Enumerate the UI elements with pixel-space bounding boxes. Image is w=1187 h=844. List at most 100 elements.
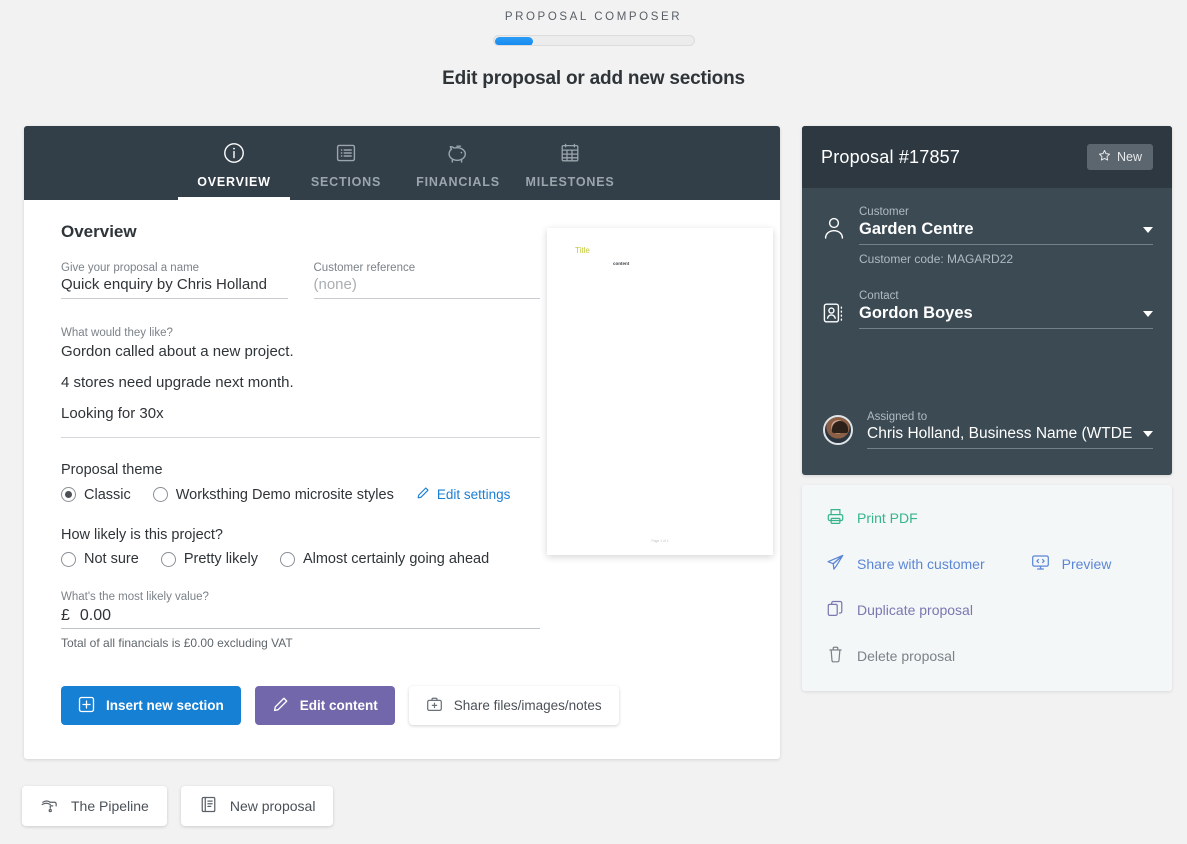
wants-line: 4 stores need upgrade next month. <box>61 373 294 391</box>
contact-value: Gordon Boyes <box>859 304 973 322</box>
delete-proposal-action[interactable]: Delete proposal <box>826 645 955 667</box>
proposal-name-input[interactable]: Quick enquiry by Chris Holland <box>61 276 288 299</box>
likelihood-option-pretty-likely[interactable]: Pretty likely <box>160 551 258 567</box>
financials-total-note: Total of all financials is £0.00 excludi… <box>61 636 293 651</box>
paper-plane-icon <box>826 553 845 575</box>
edit-settings-link[interactable]: Edit settings <box>416 486 510 503</box>
assigned-to-field[interactable]: Assigned to Chris Holland, Business Name… <box>821 411 1153 449</box>
proposal-theme-title: Proposal theme <box>61 462 163 479</box>
proposal-number: Proposal #17857 <box>821 146 961 167</box>
edit-content-button[interactable]: Edit content <box>254 686 395 726</box>
monitor-code-icon <box>1031 553 1050 575</box>
insert-new-section-label: Insert new section <box>106 698 224 714</box>
printer-icon <box>826 507 845 529</box>
calendar-grid-icon <box>559 140 581 166</box>
share-with-customer-action[interactable]: Share with customer <box>826 553 985 575</box>
contact-card-icon <box>821 301 847 329</box>
proposal-theme-group: Proposal theme Classic Worksthing Demo m… <box>61 462 540 503</box>
proposal-editor-card: OVERVIEW SECTIONS FINANCIALS MILESTONES … <box>24 126 780 760</box>
tab-financials[interactable]: FINANCIALS <box>402 136 514 189</box>
tab-overview[interactable]: OVERVIEW <box>178 136 290 200</box>
info-circle-icon <box>223 140 245 166</box>
chevron-down-icon[interactable] <box>1143 310 1153 317</box>
overview-heading: Overview <box>61 222 137 241</box>
chevron-down-icon[interactable] <box>1143 226 1153 233</box>
proposal-name-field[interactable]: Give your proposal a name Quick enquiry … <box>61 262 288 299</box>
print-pdf-action[interactable]: Print PDF <box>826 507 918 529</box>
actions-row-delete: Delete proposal <box>826 645 1148 667</box>
document-preview-column: Title content Page 1 of 1 <box>540 222 780 650</box>
document-preview[interactable]: Title content Page 1 of 1 <box>547 228 773 555</box>
page-title: Edit proposal or add new sections <box>442 68 745 89</box>
proposal-fields: Customer Garden Centre Customer code: MA… <box>802 188 1172 475</box>
actions-row-duplicate: Duplicate proposal <box>826 599 1148 621</box>
theme-option-classic[interactable]: Classic <box>61 487 131 503</box>
duplicate-proposal-label: Duplicate proposal <box>857 602 973 618</box>
tab-sections[interactable]: SECTIONS <box>290 136 402 189</box>
theme-option-label: Classic <box>84 486 131 503</box>
customer-field[interactable]: Customer Garden Centre <box>821 206 1153 245</box>
status-badge[interactable]: New <box>1086 144 1153 170</box>
copy-icon <box>826 599 845 621</box>
progress-bar-fill <box>494 37 533 45</box>
theme-option-microsite[interactable]: Worksthing Demo microsite styles <box>152 487 394 503</box>
app-title: PROPOSAL COMPOSER <box>504 11 683 23</box>
customer-label: Customer <box>859 206 909 218</box>
share-files-label: Share files/images/notes <box>453 698 602 714</box>
proposal-actions-card: Print PDF Share with customer Preview Du… <box>802 485 1172 691</box>
overview-form: Overview Give your proposal a name Quick… <box>24 222 540 650</box>
tab-milestones[interactable]: MILESTONES <box>514 136 626 189</box>
customer-value: Garden Centre <box>859 220 974 238</box>
wants-block[interactable]: What would they like? Gordon called abou… <box>61 327 540 439</box>
document-preview-title: Title <box>575 246 590 255</box>
customer-field-main: Customer Garden Centre <box>859 206 1153 245</box>
tab-sections-label: SECTIONS <box>310 175 382 189</box>
new-proposal-button[interactable]: New proposal <box>180 786 334 826</box>
assigned-to-select[interactable]: Chris Holland, Business Name (WTDE <box>867 425 1153 449</box>
contact-select[interactable]: Gordon Boyes <box>859 304 1153 329</box>
likelihood-option-almost-certainly[interactable]: Almost certainly going ahead <box>279 551 489 567</box>
the-pipeline-button[interactable]: The Pipeline <box>22 786 167 826</box>
proposal-sidebar: Proposal #17857 New Customer Garden Cent… <box>802 126 1172 691</box>
likelihood-options: Not sure Pretty likely Almost certainly … <box>61 551 540 567</box>
customer-select[interactable]: Garden Centre <box>859 220 1153 245</box>
radio-not-sure[interactable] <box>61 551 76 567</box>
currency-symbol: £ <box>61 607 70 625</box>
radio-almost-certainly[interactable] <box>279 551 295 567</box>
assigned-to-label: Assigned to <box>867 411 928 423</box>
name-reference-row: Give your proposal a name Quick enquiry … <box>61 262 540 299</box>
value-input-row[interactable]: £ 0.00 <box>61 607 540 630</box>
tab-milestones-label: MILESTONES <box>525 175 615 189</box>
customer-reference-field[interactable]: Customer reference (none) <box>313 262 540 299</box>
customer-reference-input[interactable]: (none) <box>313 276 540 299</box>
print-pdf-label: Print PDF <box>857 510 918 526</box>
duplicate-proposal-action[interactable]: Duplicate proposal <box>826 599 973 621</box>
book-icon <box>199 795 218 817</box>
preview-label: Preview <box>1061 556 1112 572</box>
customer-reference-label: Customer reference <box>313 262 416 274</box>
radio-microsite[interactable] <box>152 487 168 503</box>
actions-row-share: Share with customer Preview <box>826 553 1148 575</box>
likelihood-group: How likely is this project? Not sure Pre… <box>61 527 540 567</box>
likelihood-option-not-sure[interactable]: Not sure <box>61 551 139 567</box>
assigned-to-field-main: Assigned to Chris Holland, Business Name… <box>867 411 1153 449</box>
chevron-down-icon[interactable] <box>1143 431 1153 437</box>
radio-pretty-likely[interactable] <box>160 551 176 567</box>
bottom-toolbar: The Pipeline New proposal <box>22 786 334 826</box>
share-files-button[interactable]: Share files/images/notes <box>408 686 619 726</box>
wants-underline <box>61 437 540 439</box>
contact-field[interactable]: Contact Gordon Boyes <box>821 290 1153 329</box>
share-with-customer-label: Share with customer <box>857 556 985 572</box>
document-preview-content: content <box>613 261 630 266</box>
radio-classic[interactable] <box>61 487 76 503</box>
editor-action-buttons: Insert new section Edit content Share fi… <box>24 650 780 759</box>
contact-field-main: Contact Gordon Boyes <box>859 290 1153 329</box>
value-input[interactable]: 0.00 <box>80 607 111 625</box>
proposal-header: Proposal #17857 New <box>802 126 1172 188</box>
wants-label: What would they like? <box>61 327 173 339</box>
piggy-bank-icon <box>446 140 470 166</box>
value-group: What's the most likely value? £ 0.00 Tot… <box>61 591 540 650</box>
preview-action[interactable]: Preview <box>1031 553 1112 575</box>
list-box-icon <box>335 140 357 166</box>
insert-new-section-button[interactable]: Insert new section <box>61 686 241 726</box>
